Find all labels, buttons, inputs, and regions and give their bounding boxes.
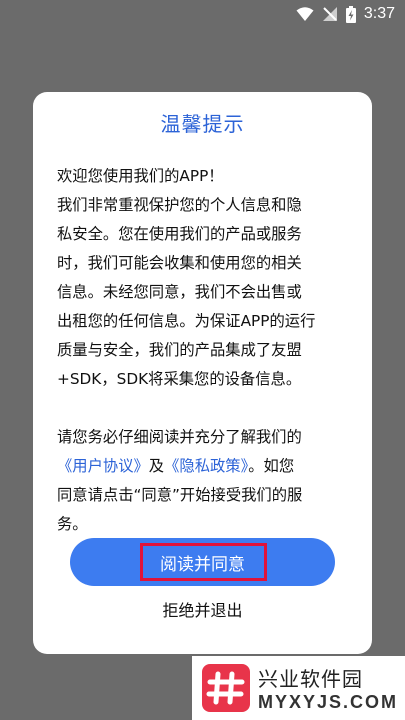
paragraph-line: 同意请点击“同意”开始接受我们的服 xyxy=(57,486,303,504)
watermark-logo xyxy=(202,664,250,712)
signal-muted-icon xyxy=(322,6,338,22)
paragraph-line: 请您务必仔细阅读并充分了解我们的 xyxy=(57,428,302,446)
after-links-text: 。如您 xyxy=(248,457,295,475)
status-icons: 3:37 xyxy=(296,5,395,23)
decline-button[interactable]: 拒绝并退出 xyxy=(33,597,372,621)
user-agreement-link[interactable]: 《用户协议》 xyxy=(57,457,149,475)
paragraph-line: 我们非常重视保护您的个人信息和隐 xyxy=(57,196,302,214)
accept-highlight-box xyxy=(140,543,267,581)
paragraph-line: +SDK，SDK将采集您的设备信息。 xyxy=(57,370,302,388)
battery-charging-icon xyxy=(345,5,356,23)
paragraph-line: 务。 xyxy=(57,515,88,533)
paragraph-line: 出租您的任何信息。为保证APP的运行 xyxy=(57,312,316,330)
dialog-title: 温馨提示 xyxy=(160,112,245,136)
paragraph-line: 时，我们可能会收集和使用您的相关 xyxy=(57,254,302,272)
paragraph-line: 欢迎您使用我们的APP！ xyxy=(57,167,224,185)
wifi-icon xyxy=(296,6,314,22)
paragraph-line: 信息。未经您同意，我们不会出售或 xyxy=(57,283,302,301)
status-time: 3:37 xyxy=(363,5,395,22)
watermark-text: 兴业软件园 MYXYJS.COM xyxy=(258,663,398,713)
privacy-policy-link[interactable]: 《隐私政策》 xyxy=(164,457,248,475)
status-bar: 3:37 xyxy=(0,0,405,30)
links-line: 《用户协议》及《隐私政策》。如您 xyxy=(57,452,353,481)
paragraph-line: 质量与安全，我们的产品集成了友盟 xyxy=(57,341,302,359)
watermark-name: 兴业软件园 xyxy=(258,667,363,691)
watermark-domain: MYXYJS.COM xyxy=(258,692,399,712)
dialog-body: 欢迎您使用我们的APP！ 我们非常重视保护您的个人信息和隐 私安全。您在使用我们… xyxy=(57,162,353,539)
paragraph-line: 私安全。您在使用我们的产品或服务 xyxy=(57,225,302,243)
watermark: 兴业软件园 MYXYJS.COM xyxy=(192,656,405,720)
privacy-dialog: 温馨提示 欢迎您使用我们的APP！ 我们非常重视保护您的个人信息和隐 私安全。您… xyxy=(33,92,372,654)
and-text: 及 xyxy=(148,457,165,475)
